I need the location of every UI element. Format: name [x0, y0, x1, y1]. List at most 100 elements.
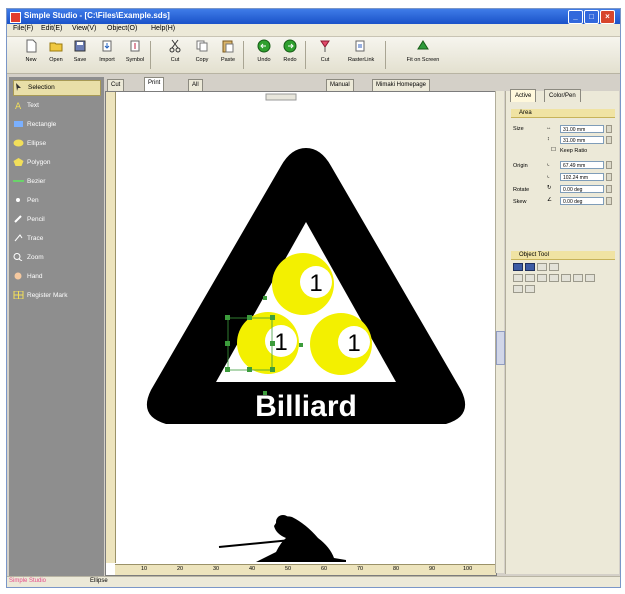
align-center-tool[interactable] — [525, 263, 535, 271]
align-left-tool[interactable] — [513, 263, 523, 271]
save-button[interactable]: Save — [68, 39, 92, 71]
new-button[interactable]: New — [19, 39, 43, 71]
combine-tool[interactable] — [537, 274, 547, 282]
symbol-icon — [130, 40, 140, 52]
import-button[interactable]: Import — [95, 39, 119, 71]
ball-right: 1 — [310, 313, 372, 375]
fit-on-screen-button[interactable]: Fit on Screen — [405, 39, 441, 71]
paste-button[interactable]: Paste — [216, 39, 240, 71]
close-button[interactable]: × — [600, 10, 615, 24]
tool-text[interactable]: A Text — [13, 99, 101, 113]
origin-y-spinner[interactable] — [606, 173, 612, 181]
tab-active[interactable]: Active — [510, 89, 537, 102]
tab-print[interactable]: Print — [144, 77, 165, 91]
scrollbar-thumb[interactable] — [496, 331, 505, 365]
ball-number: 1 — [274, 329, 287, 356]
tool-polygon[interactable]: Polygon — [13, 156, 101, 170]
hand-icon — [14, 272, 22, 280]
rotate-spinner[interactable] — [606, 185, 612, 193]
menu-file[interactable]: File(F) — [13, 25, 33, 32]
new-doc-icon — [26, 39, 37, 53]
tool-rectangle[interactable]: Rectangle — [13, 118, 101, 132]
symbol-button[interactable]: Symbol — [123, 39, 147, 71]
svg-text:A: A — [15, 102, 22, 109]
width-icon: ↔ — [546, 125, 552, 131]
tab-cut[interactable]: Cut — [107, 79, 125, 91]
menu-edit[interactable]: Edit(E) — [41, 25, 62, 32]
page-marker — [265, 93, 297, 101]
copy-button[interactable]: Copy — [190, 39, 214, 71]
drawing-canvas[interactable]: 1 1 1 Billiard 10 20 30 40 50 60 70 80 9… — [105, 91, 497, 576]
ball-top: 1 — [272, 253, 334, 315]
menu-view[interactable]: View(V) — [72, 25, 96, 32]
text-icon: A — [15, 102, 22, 109]
scissors-icon — [169, 39, 181, 53]
tool-hand[interactable]: Hand — [13, 270, 101, 284]
origin-label: Origin — [513, 163, 528, 169]
maximize-button[interactable]: □ — [584, 10, 599, 24]
canvas-scrollbar[interactable] — [495, 91, 505, 573]
vertical-ruler — [106, 92, 116, 563]
tool-bezier[interactable]: Bezier — [13, 175, 101, 189]
tab-color-pen[interactable]: Color/Pen — [544, 89, 581, 102]
ball-number: 1 — [309, 270, 322, 297]
height-field[interactable]: 31.00 mm — [560, 136, 604, 144]
height-spinner[interactable] — [606, 136, 612, 144]
status-object-type: Ellipse — [90, 578, 108, 584]
zoom-icon — [13, 253, 23, 262]
minimize-button[interactable]: _ — [568, 10, 583, 24]
player-silhouette — [218, 515, 346, 562]
tool-zoom[interactable]: Zoom — [13, 251, 101, 265]
mimaki-homepage-button[interactable]: Mimaki Homepage — [372, 79, 431, 91]
mirror-v-tool[interactable] — [561, 274, 571, 282]
width-spinner[interactable] — [606, 125, 612, 133]
tool-pen[interactable]: Pen — [13, 194, 101, 208]
cut-button[interactable]: Cut — [163, 39, 187, 71]
copy-icon — [196, 40, 208, 52]
rotate-right-tool[interactable] — [585, 274, 595, 282]
keep-ratio-checkbox[interactable]: ☐ — [551, 147, 556, 153]
unlock-tool[interactable] — [525, 285, 535, 293]
tool-pencil[interactable]: Pencil — [13, 213, 101, 227]
origin-x-field[interactable]: 67.49 mm — [560, 161, 604, 169]
manual-button[interactable]: Manual — [326, 79, 354, 91]
order-back-tool[interactable] — [525, 274, 535, 282]
height-icon: ↕ — [547, 136, 550, 142]
cut-path-button[interactable]: Cut — [313, 39, 337, 71]
save-icon — [74, 40, 86, 52]
rotate-field[interactable]: 0.00 deg — [560, 185, 604, 193]
menu-object[interactable]: Object(O) — [107, 25, 137, 32]
tool-ellipse[interactable]: Ellipse — [13, 137, 101, 151]
toolbar-separator — [150, 41, 151, 69]
toolbar-separator — [243, 41, 244, 69]
tab-all[interactable]: All — [188, 79, 203, 91]
ungroup-tool[interactable] — [549, 263, 559, 271]
skew-spinner[interactable] — [606, 197, 612, 205]
mirror-h-tool[interactable] — [549, 274, 559, 282]
window-title: Simple Studio - [C:\Files\Example.sds] — [24, 11, 170, 20]
title-bar: Simple Studio - [C:\Files\Example.sds] _… — [7, 9, 620, 24]
redo-button[interactable]: Redo — [278, 39, 302, 71]
tool-trace[interactable]: Trace — [13, 232, 101, 246]
artwork: 1 1 1 Billiard — [146, 93, 466, 562]
rotate-left-tool[interactable] — [573, 274, 583, 282]
origin-y-field[interactable]: 102.24 mm — [560, 173, 604, 181]
rectangle-icon — [14, 121, 23, 128]
toolbar-separator — [385, 41, 386, 69]
lock-tool[interactable] — [513, 285, 523, 293]
rasterlink-button[interactable]: RasterLink — [348, 39, 374, 71]
horizontal-ruler: 10 20 30 40 50 60 70 80 90 100 — [115, 564, 496, 575]
group-tool[interactable] — [537, 263, 547, 271]
skew-field[interactable]: 0.00 deg — [560, 197, 604, 205]
order-front-tool[interactable] — [513, 274, 523, 282]
tool-selection[interactable]: Selection — [13, 80, 101, 96]
origin-y-icon: ⌞ — [547, 173, 550, 179]
redo-icon — [283, 39, 297, 53]
width-field[interactable]: 31.00 mm — [560, 125, 604, 133]
import-icon — [102, 40, 112, 52]
undo-button[interactable]: Undo — [252, 39, 276, 71]
menu-help[interactable]: Help(H) — [151, 25, 175, 32]
origin-x-spinner[interactable] — [606, 161, 612, 169]
open-button[interactable]: Open — [44, 39, 68, 71]
tool-register-mark[interactable]: Register Mark — [13, 289, 101, 303]
